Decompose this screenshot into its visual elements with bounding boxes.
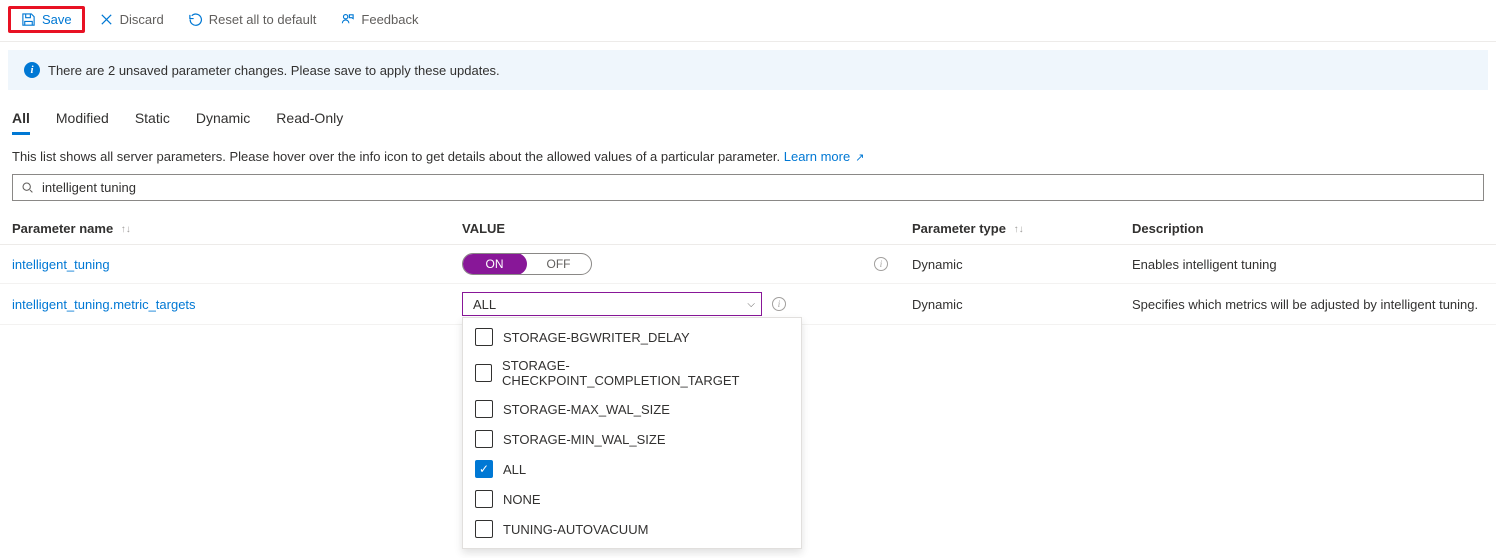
- tabs: All Modified Static Dynamic Read-Only: [0, 90, 1496, 135]
- dropdown-option[interactable]: TUNING-AUTOVACUUM: [463, 514, 801, 544]
- metric-targets-combo[interactable]: ALL ⌵ STORAGE-BGWRITER_DELAY STORAGE-CHE…: [462, 292, 762, 316]
- description-text: This list shows all server parameters. P…: [12, 149, 784, 164]
- feedback-label: Feedback: [361, 12, 418, 27]
- save-button[interactable]: Save: [8, 6, 85, 33]
- tab-dynamic[interactable]: Dynamic: [196, 110, 250, 135]
- feedback-button[interactable]: Feedback: [330, 7, 428, 32]
- sort-icon: ↑↓: [121, 224, 131, 235]
- dropdown-option[interactable]: STORAGE-BGWRITER_DELAY: [463, 322, 801, 352]
- col-header-type[interactable]: Parameter type ↑↓: [900, 213, 1120, 245]
- info-bar-text: There are 2 unsaved parameter changes. P…: [48, 63, 500, 78]
- learn-more-link[interactable]: Learn more ↗: [784, 149, 865, 164]
- checkbox[interactable]: [475, 400, 493, 418]
- reset-icon: [188, 12, 203, 27]
- info-icon[interactable]: i: [772, 297, 786, 311]
- close-icon: [99, 12, 114, 27]
- external-link-icon: ↗: [852, 152, 864, 164]
- table-row: intelligent_tuning ON OFF i Dynamic Enab…: [0, 245, 1496, 284]
- toggle-on[interactable]: ON: [462, 253, 527, 275]
- param-type: Dynamic: [900, 284, 1120, 325]
- param-type: Dynamic: [900, 245, 1120, 284]
- param-name-link[interactable]: intelligent_tuning.metric_targets: [12, 297, 196, 312]
- metric-targets-dropdown: STORAGE-BGWRITER_DELAY STORAGE-CHECKPOIN…: [462, 317, 802, 549]
- tab-all[interactable]: All: [12, 110, 30, 135]
- col-header-desc[interactable]: Description: [1120, 213, 1496, 245]
- toggle-on-off[interactable]: ON OFF: [462, 253, 592, 275]
- param-desc: Specifies which metrics will be adjusted…: [1120, 284, 1496, 325]
- info-icon: i: [24, 62, 40, 78]
- checkbox[interactable]: [475, 328, 493, 346]
- dropdown-option[interactable]: STORAGE-MAX_WAL_SIZE: [463, 394, 801, 424]
- info-icon[interactable]: i: [874, 257, 888, 271]
- save-icon: [21, 12, 36, 27]
- sort-icon: ↑↓: [1014, 224, 1024, 235]
- combo-selected: ALL: [473, 297, 496, 312]
- col-header-name[interactable]: Parameter name ↑↓: [0, 213, 450, 245]
- toggle-off[interactable]: OFF: [526, 254, 591, 274]
- checkbox[interactable]: [475, 364, 492, 382]
- search-icon: [21, 181, 34, 194]
- parameters-table: Parameter name ↑↓ VALUE Parameter type ↑…: [0, 213, 1496, 325]
- table-row: intelligent_tuning.metric_targets ALL ⌵ …: [0, 284, 1496, 325]
- search-input[interactable]: [40, 179, 1475, 196]
- info-bar: i There are 2 unsaved parameter changes.…: [8, 50, 1488, 90]
- checkbox[interactable]: [475, 490, 493, 508]
- tab-readonly[interactable]: Read-Only: [276, 110, 343, 135]
- reset-button[interactable]: Reset all to default: [178, 7, 327, 32]
- dropdown-option[interactable]: STORAGE-MIN_WAL_SIZE: [463, 424, 801, 454]
- feedback-icon: [340, 12, 355, 27]
- dropdown-option[interactable]: STORAGE-CHECKPOINT_COMPLETION_TARGET: [463, 352, 801, 394]
- search-box[interactable]: [12, 174, 1484, 201]
- param-name-link[interactable]: intelligent_tuning: [12, 257, 110, 272]
- dropdown-option[interactable]: NONE: [463, 484, 801, 514]
- checkbox[interactable]: [475, 520, 493, 538]
- param-desc: Enables intelligent tuning: [1120, 245, 1496, 284]
- checkbox-checked[interactable]: ✓: [475, 460, 493, 478]
- col-header-value[interactable]: VALUE: [450, 213, 900, 245]
- toolbar: Save Discard Reset all to default Feedba…: [0, 0, 1496, 42]
- tab-static[interactable]: Static: [135, 110, 170, 135]
- save-label: Save: [42, 12, 72, 27]
- description: This list shows all server parameters. P…: [0, 135, 1496, 174]
- chevron-down-icon: ⌵: [747, 299, 755, 310]
- reset-label: Reset all to default: [209, 12, 317, 27]
- dropdown-option[interactable]: ✓ ALL: [463, 454, 801, 484]
- tab-modified[interactable]: Modified: [56, 110, 109, 135]
- discard-button[interactable]: Discard: [89, 7, 174, 32]
- discard-label: Discard: [120, 12, 164, 27]
- checkbox[interactable]: [475, 430, 493, 448]
